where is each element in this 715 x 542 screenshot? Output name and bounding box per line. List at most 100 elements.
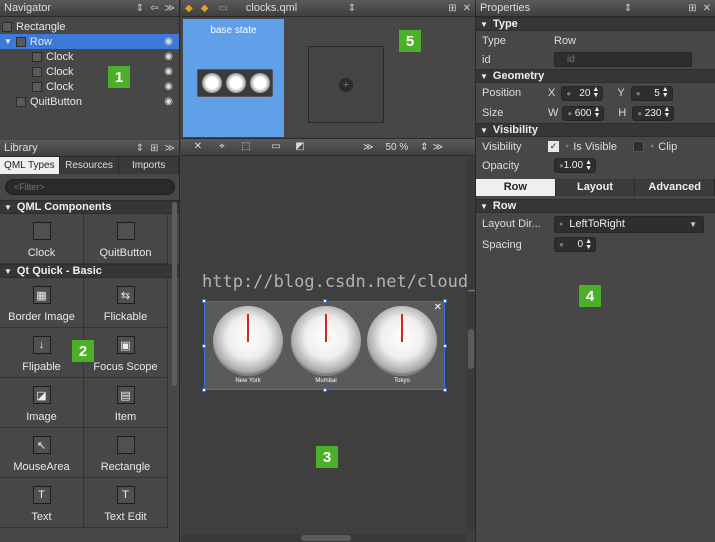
- library-item-rectangle[interactable]: Rectangle: [84, 428, 168, 478]
- more-icon[interactable]: ≫: [165, 3, 175, 14]
- dropdown-icon[interactable]: ⇕: [136, 143, 144, 154]
- vertical-scrollbar[interactable]: [467, 157, 475, 533]
- resize-handle[interactable]: [443, 388, 447, 392]
- pointer-tool-icon[interactable]: ⬚: [239, 141, 253, 153]
- tab-layout[interactable]: Layout: [555, 179, 636, 196]
- tab-advanced[interactable]: Advanced: [635, 179, 715, 196]
- zoom-dropdown-icon[interactable]: ⇕: [420, 142, 428, 153]
- x-spinbox[interactable]: ● 20 ▲ ▼: [561, 85, 604, 101]
- scrollbar-thumb[interactable]: [468, 329, 474, 369]
- close-icon[interactable]: ✕: [434, 302, 442, 313]
- dropdown-icon[interactable]: ⇕: [136, 3, 144, 14]
- select-tool-icon[interactable]: ⌖: [215, 141, 229, 153]
- design-canvas[interactable]: New York Mumbai Tokyo ✕ 3: [181, 157, 475, 542]
- cursor-tool-icon[interactable]: ✕: [191, 141, 205, 153]
- tab-resources[interactable]: Resources: [59, 157, 120, 174]
- tree-item-quitbutton[interactable]: QuitButton ◉: [0, 94, 179, 109]
- close-icon[interactable]: ✕: [703, 3, 711, 14]
- split-icon[interactable]: ⊞: [150, 143, 158, 154]
- clock-label: Mumbai: [315, 378, 337, 384]
- more-icon[interactable]: ≫: [363, 142, 373, 153]
- section-type[interactable]: ▼ Type: [476, 17, 715, 31]
- spin-arrows-icon[interactable]: ▲ ▼: [585, 159, 592, 172]
- tree-item-rectangle[interactable]: Rectangle: [0, 19, 179, 34]
- library-item-text-edit[interactable]: T Text Edit: [84, 478, 168, 528]
- library-item-border-image[interactable]: ▦ Border Image: [0, 278, 84, 328]
- section-qt-quick-basic[interactable]: ▼ Qt Quick - Basic: [0, 264, 179, 278]
- width-spinbox[interactable]: ● 600 ▲ ▼: [562, 105, 605, 121]
- clock-face[interactable]: [213, 306, 283, 376]
- library-item-flickable[interactable]: ⇆ Flickable: [84, 278, 168, 328]
- library-item-focus-scope[interactable]: ▣ Focus Scope: [84, 328, 168, 378]
- clocks-row[interactable]: New York Mumbai Tokyo ✕: [202, 299, 447, 392]
- section-geometry[interactable]: ▼ Geometry: [476, 69, 715, 83]
- resize-handle[interactable]: [443, 299, 447, 303]
- bounds-icon[interactable]: ◩: [293, 141, 307, 153]
- resize-handle[interactable]: [443, 344, 447, 348]
- spin-arrows-icon[interactable]: ▲ ▼: [662, 86, 669, 99]
- spin-arrows-icon[interactable]: ▲ ▼: [592, 86, 599, 99]
- file-name[interactable]: clocks.qml: [246, 2, 342, 14]
- snap-icon[interactable]: ▭: [269, 141, 283, 153]
- eye-icon[interactable]: ◉: [164, 36, 173, 47]
- split-icon[interactable]: ⊞: [448, 3, 456, 14]
- close-icon[interactable]: ✕: [463, 3, 471, 14]
- resize-handle[interactable]: [323, 388, 327, 392]
- library-item-image[interactable]: ◪ Image: [0, 378, 84, 428]
- nav-back-icon[interactable]: ◆: [185, 3, 193, 14]
- tab-qml-types[interactable]: QML Types: [0, 157, 60, 174]
- tab-row[interactable]: Row: [476, 179, 556, 196]
- tree-item-row[interactable]: ▼ Row ◉: [0, 34, 179, 49]
- chevron-down-icon[interactable]: ▼: [689, 220, 697, 229]
- library-item-mousearea[interactable]: ↖ MouseArea: [0, 428, 84, 478]
- base-state-card[interactable]: base state: [183, 19, 284, 137]
- library-item-text[interactable]: T Text: [0, 478, 84, 528]
- section-visibility[interactable]: ▼ Visibility: [476, 123, 715, 137]
- section-row[interactable]: ▼ Row: [476, 199, 715, 213]
- tree-item-clock[interactable]: Clock ◉: [0, 79, 179, 94]
- eye-icon[interactable]: ◉: [164, 51, 173, 62]
- position-label: Position: [482, 87, 522, 99]
- resize-handle[interactable]: [202, 299, 206, 303]
- library-scrollbar[interactable]: [172, 202, 177, 386]
- library-item-item[interactable]: ▤ Item: [84, 378, 168, 428]
- library-filter-input[interactable]: [5, 179, 175, 195]
- horizontal-scrollbar[interactable]: [181, 534, 467, 542]
- opacity-spinbox[interactable]: ● 1.00 ▲ ▼: [554, 158, 596, 173]
- y-spinbox[interactable]: ● 5 ▲ ▼: [630, 85, 673, 101]
- dropdown-icon[interactable]: ⇕: [348, 3, 356, 14]
- eye-icon[interactable]: ◉: [164, 66, 173, 77]
- spin-arrows-icon[interactable]: ▲ ▼: [593, 106, 600, 119]
- zoom-level[interactable]: 50 %: [385, 142, 408, 153]
- resize-handle[interactable]: [323, 299, 327, 303]
- nav-forward-icon[interactable]: ◆: [201, 3, 209, 14]
- spin-arrows-icon[interactable]: ▲ ▼: [585, 238, 592, 251]
- dropdown-icon[interactable]: ⇕: [624, 3, 632, 14]
- back-arrow-icon[interactable]: ⇦: [150, 3, 158, 14]
- more-icon[interactable]: ≫: [165, 143, 175, 154]
- clock-face[interactable]: [367, 306, 437, 376]
- split-icon[interactable]: ⊞: [688, 3, 696, 14]
- expand-arrow-icon[interactable]: ▼: [4, 37, 12, 46]
- tree-item-clock[interactable]: Clock ◉: [0, 49, 179, 64]
- clock-face[interactable]: [291, 306, 361, 376]
- eye-icon[interactable]: ◉: [164, 81, 173, 92]
- clip-checkbox[interactable]: [633, 141, 645, 152]
- section-qml-components[interactable]: ▼ QML Components: [0, 200, 179, 214]
- eye-icon[interactable]: ◉: [164, 96, 173, 107]
- tab-imports[interactable]: Imports: [119, 157, 179, 174]
- library-item-clock[interactable]: Clock: [0, 214, 84, 264]
- layout-direction-select[interactable]: ● LeftToRight ▼: [554, 215, 704, 233]
- more-icon[interactable]: ≫: [433, 142, 443, 153]
- height-spinbox[interactable]: ● 230 ▲ ▼: [632, 105, 675, 121]
- library-item-quitbutton[interactable]: QuitButton: [84, 214, 168, 264]
- tree-item-clock[interactable]: Clock ◉: [0, 64, 179, 79]
- spacing-spinbox[interactable]: ● 0 ▲ ▼: [554, 237, 596, 252]
- resize-handle[interactable]: [202, 388, 206, 392]
- spin-arrows-icon[interactable]: ▲ ▼: [663, 106, 670, 119]
- id-input[interactable]: [554, 52, 692, 67]
- resize-handle[interactable]: [202, 344, 206, 348]
- scrollbar-thumb[interactable]: [301, 535, 351, 541]
- is-visible-checkbox[interactable]: ✓: [548, 141, 559, 152]
- add-state-button[interactable]: +: [308, 46, 384, 123]
